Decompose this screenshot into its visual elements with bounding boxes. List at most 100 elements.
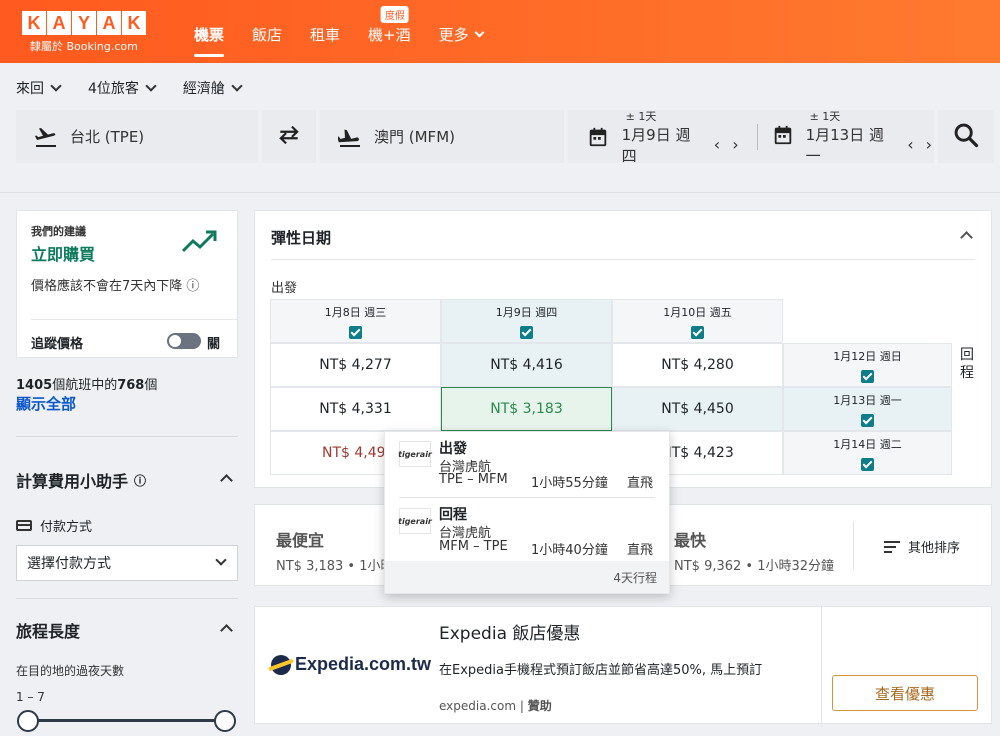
- payment-select-value: 選擇付款方式: [27, 556, 111, 572]
- checkbox[interactable]: [861, 457, 874, 471]
- tigerair-logo: tigerair: [398, 508, 432, 534]
- trip-type-dropdown[interactable]: 來回: [16, 78, 62, 98]
- search-icon: [952, 121, 980, 153]
- next-day-button[interactable]: ›: [730, 135, 740, 154]
- chevron-up-icon[interactable]: [220, 624, 233, 637]
- logo-subtitle: 隸屬於 Booking.com: [30, 40, 138, 53]
- prev-day-button[interactable]: ‹: [905, 135, 915, 154]
- nav-more[interactable]: 更多: [425, 20, 497, 48]
- checkbox[interactable]: [349, 325, 362, 339]
- price-cell[interactable]: NT$ 4,416: [441, 343, 612, 387]
- outbound-title: 出發: [439, 441, 467, 457]
- price-cell[interactable]: NT$ 4,280: [612, 343, 783, 387]
- sort-cheapest[interactable]: 最便宜 NT$ 3,183 • 1小時: [276, 527, 394, 574]
- nav-cars[interactable]: 租車: [296, 20, 354, 48]
- checkbox[interactable]: [691, 325, 704, 339]
- depart-col-header[interactable]: 1月10日 週五: [612, 299, 783, 343]
- nights-slider-max-handle[interactable]: [214, 710, 236, 732]
- results-suffix: 個: [144, 378, 158, 393]
- depart-col-header[interactable]: 1月8日 週三: [270, 299, 441, 343]
- calendar-icon: [584, 123, 612, 151]
- sort-icon: [884, 540, 900, 553]
- trip-length-footer: 4天行程: [385, 561, 669, 593]
- inbound-stops: 直飛: [627, 543, 654, 558]
- date-range-field[interactable]: ± 1天 1月9日 週四 ‹ › ± 1天 1月13日 週一 ‹ ›: [568, 108, 934, 166]
- search-button[interactable]: [938, 110, 994, 163]
- chevron-up-icon[interactable]: [960, 231, 973, 244]
- prev-day-button[interactable]: ‹: [712, 135, 722, 154]
- fee-helper-header[interactable]: 計算費用小助手 ⓘ: [16, 468, 146, 492]
- tigerair-logo: tigerair: [398, 441, 432, 467]
- price-cell[interactable]: NT$ 4,450: [612, 387, 783, 431]
- payment-method-select[interactable]: 選擇付款方式: [16, 545, 238, 581]
- info-icon[interactable]: ⓘ: [186, 279, 199, 294]
- payment-method-label: 付款方式: [16, 516, 92, 535]
- cheapest-price-cell[interactable]: NT$ 3,183: [441, 387, 612, 431]
- nav-flights[interactable]: 機票: [180, 20, 238, 57]
- nav-badge: 度假: [380, 6, 409, 23]
- checkbox[interactable]: [861, 413, 874, 427]
- checkbox[interactable]: [520, 325, 533, 339]
- chevron-down-icon: [474, 27, 485, 37]
- expedia-brand-text: Expedia.com.tw: [295, 654, 432, 674]
- depart-flex-label: ± 1天: [625, 109, 657, 123]
- rec-divider: [31, 319, 237, 320]
- checkbox[interactable]: [861, 369, 874, 383]
- row-date: 1月13日 週一: [833, 393, 902, 407]
- toggle-state-label: 關: [207, 337, 221, 352]
- travelers-dropdown[interactable]: 4位旅客: [88, 78, 157, 98]
- show-all-link[interactable]: 顯示全部: [16, 393, 76, 414]
- nav-label: 機+酒: [368, 25, 411, 44]
- next-day-button[interactable]: ›: [924, 135, 934, 154]
- expedia-ad-card[interactable]: Expedia.com.tw Expedia 飯店優惠 在Expedia手機程式…: [254, 606, 992, 724]
- trend-up-icon: [181, 229, 219, 259]
- nav-hotels[interactable]: 飯店: [238, 20, 296, 48]
- kayak-logo[interactable]: K A Y A K: [22, 11, 146, 35]
- track-price-label: 追蹤價格: [31, 337, 84, 352]
- logo-letter: A: [47, 11, 71, 35]
- col-date: 1月9日 週四: [495, 305, 558, 319]
- price-value: NT$ 4,331: [319, 401, 392, 417]
- price-value: NT$ 4,423: [661, 445, 734, 461]
- nav-packages[interactable]: 度假 機+酒: [354, 6, 425, 48]
- destination-field[interactable]: 澳門 (MFM): [320, 110, 564, 163]
- globe-icon: [271, 654, 291, 675]
- date-divider: [756, 123, 758, 150]
- return-date[interactable]: ± 1天 1月13日 週一 ‹ ›: [806, 108, 934, 166]
- results-total: 1405: [16, 378, 53, 393]
- logo-letter: A: [97, 11, 121, 35]
- cabin-dropdown[interactable]: 經濟艙: [183, 78, 243, 98]
- origin-field[interactable]: 台北 (TPE): [16, 110, 258, 163]
- trip-type-label: 來回: [16, 81, 44, 97]
- nights-range: 1 – 7: [16, 690, 45, 704]
- depart-col-header[interactable]: 1月9日 週四: [441, 299, 612, 343]
- col-date: 1月10日 週五: [663, 305, 732, 319]
- credit-card-icon: [16, 520, 32, 531]
- inbound-title: 回程: [439, 507, 467, 523]
- nights-slider-min-handle[interactable]: [17, 710, 39, 732]
- trip-length-header[interactable]: 旅程長度: [16, 618, 80, 642]
- ad-button-zone: 查看優惠: [821, 607, 997, 723]
- swap-button[interactable]: [262, 110, 316, 163]
- calendar-icon: [772, 124, 794, 150]
- chevron-up-icon[interactable]: [220, 474, 233, 487]
- view-deal-button[interactable]: 查看優惠: [832, 675, 978, 711]
- nights-slider-track[interactable]: [28, 719, 226, 722]
- return-row-header[interactable]: 1月13日 週一: [783, 387, 952, 431]
- sort-fastest[interactable]: 最快 NT$ 9,362 • 1小時32分鐘: [674, 527, 834, 574]
- price-value: NT$ 4,277: [319, 357, 392, 373]
- rec-desc-text: 價格應該不會在7天內下降: [31, 279, 183, 294]
- return-row-header[interactable]: 1月14日 週二: [783, 431, 952, 475]
- nav-label: 更多: [438, 25, 469, 44]
- depart-date[interactable]: ± 1天 1月9日 週四 ‹ ›: [622, 108, 741, 166]
- other-sort-button[interactable]: 其他排序: [884, 537, 960, 556]
- price-cell[interactable]: NT$ 4,277: [270, 343, 441, 387]
- track-price-toggle[interactable]: [167, 333, 201, 349]
- price-cell[interactable]: NT$ 4,331: [270, 387, 441, 431]
- return-label: 回程: [960, 347, 974, 381]
- info-icon[interactable]: ⓘ: [134, 472, 146, 489]
- return-row-header[interactable]: 1月12日 週日: [783, 343, 952, 387]
- inbound-route: MFM – TPE: [439, 539, 508, 554]
- flex-divider: [271, 259, 975, 260]
- origin-value: 台北 (TPE): [70, 128, 145, 146]
